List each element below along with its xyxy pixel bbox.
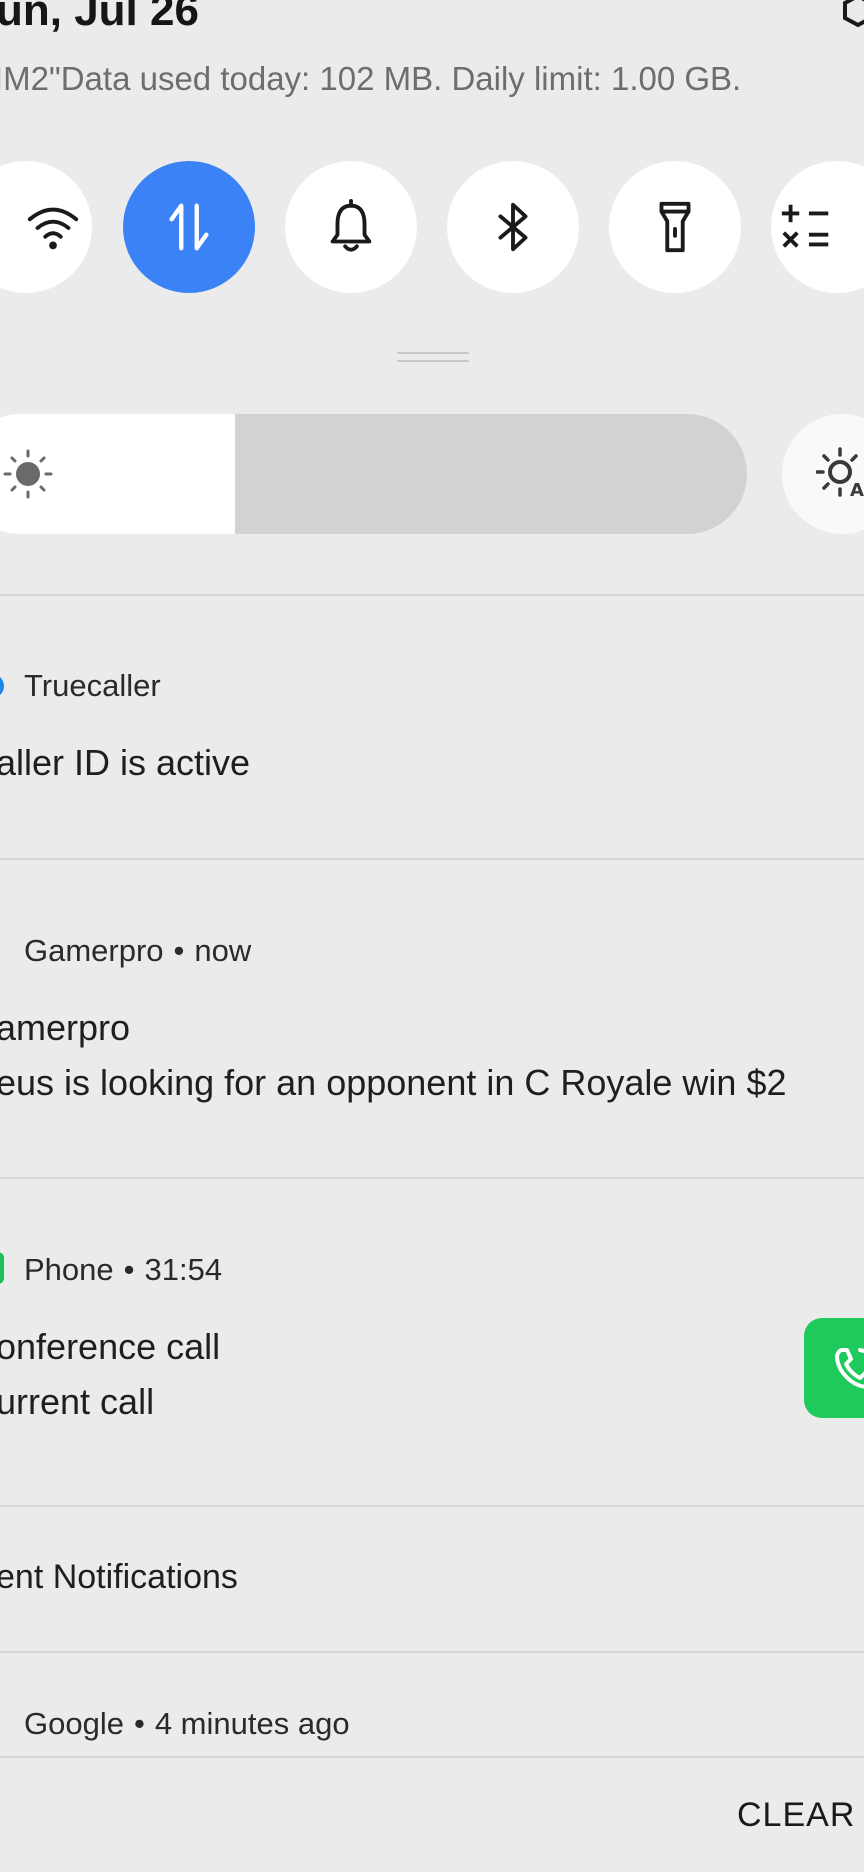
auto-brightness-icon: A xyxy=(816,447,864,501)
phone-app-icon xyxy=(0,1252,4,1284)
app-name: Phone xyxy=(24,1252,114,1287)
truecaller-app-icon xyxy=(0,674,4,698)
truecaller-app-row: Truecaller xyxy=(24,668,161,704)
settings-icon[interactable] xyxy=(838,0,864,34)
clear-all-button[interactable]: CLEAR A xyxy=(737,1796,864,1835)
phone-app-row: Phone • 31:54 xyxy=(24,1252,223,1287)
auto-brightness-button[interactable]: A xyxy=(782,414,864,534)
divider xyxy=(0,594,864,596)
notification-time: now xyxy=(194,933,252,968)
phone-notification-title[interactable]: onference call xyxy=(0,1326,220,1368)
app-name: Gamerpro xyxy=(24,933,164,968)
phone-notification-text[interactable]: urrent call xyxy=(0,1381,154,1423)
notification-time: 4 minutes ago xyxy=(154,1706,350,1741)
flashlight-tile[interactable] xyxy=(609,161,741,293)
wifi-tile[interactable] xyxy=(0,161,92,293)
divider xyxy=(0,1177,864,1179)
gamerpro-app-row: Gamerpro • now xyxy=(24,933,252,968)
phone-icon xyxy=(835,1348,864,1389)
drag-handle[interactable] xyxy=(397,352,469,366)
flashlight-icon xyxy=(659,201,691,253)
divider xyxy=(0,1505,864,1507)
svg-text:A: A xyxy=(850,480,864,501)
bluetooth-icon xyxy=(498,202,528,252)
sun-icon xyxy=(2,448,54,500)
gamerpro-notification-title[interactable]: amerpro xyxy=(0,1007,130,1049)
data-usage-text: IM2"Data used today: 102 MB. Daily limit… xyxy=(0,60,742,97)
divider xyxy=(0,1756,864,1758)
gamerpro-notification-text[interactable]: eus is looking for an opponent in C Roya… xyxy=(0,1062,787,1104)
calculator-icon xyxy=(781,204,829,248)
app-name: Truecaller xyxy=(24,668,161,703)
wifi-icon xyxy=(27,207,79,250)
sound-tile[interactable] xyxy=(285,161,417,293)
silent-notifications-header: ent Notifications xyxy=(0,1558,238,1596)
mobile-data-tile[interactable] xyxy=(123,161,255,293)
divider xyxy=(0,1651,864,1653)
google-app-row[interactable]: Google • 4 minutes ago xyxy=(24,1706,350,1742)
bell-icon xyxy=(330,198,372,252)
call-button[interactable] xyxy=(804,1318,864,1418)
divider xyxy=(0,858,864,860)
calculator-tile[interactable] xyxy=(771,161,864,293)
data-arrows-icon xyxy=(169,203,209,251)
app-name: Google xyxy=(24,1706,124,1741)
bluetooth-tile[interactable] xyxy=(447,161,579,293)
call-duration: 31:54 xyxy=(144,1252,223,1287)
truecaller-notification-title[interactable]: aller ID is active xyxy=(0,742,250,784)
brightness-slider[interactable] xyxy=(0,414,747,534)
date-label: un, Jul 26 xyxy=(0,0,199,35)
